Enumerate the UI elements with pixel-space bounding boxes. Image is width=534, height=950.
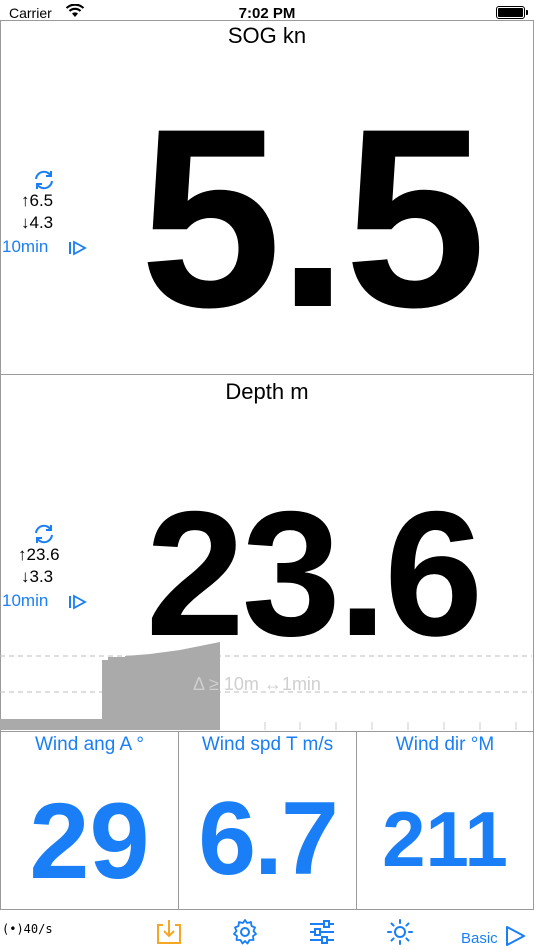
- refresh-icon[interactable]: [31, 167, 57, 193]
- depth-max: ↑23.6: [18, 545, 60, 564]
- depth-history-area: [0, 642, 220, 730]
- sog-title: SOG kn: [227, 23, 307, 48]
- brightness-icon[interactable]: [386, 918, 414, 946]
- wind-angle-panel[interactable]: Wind ang A ° 29: [0, 731, 179, 910]
- mode-label[interactable]: Basic: [461, 930, 498, 947]
- sliders-icon[interactable]: [308, 918, 336, 946]
- depth-title: Depth m: [225, 379, 309, 404]
- import-icon[interactable]: [155, 918, 183, 946]
- wind-dir-panel[interactable]: Wind dir °M 211: [356, 731, 534, 910]
- sog-value: 5.5: [139, 76, 487, 361]
- wind-speed-value: 6.7: [198, 781, 339, 897]
- sog-min: ↓4.3: [21, 213, 54, 232]
- bottom-toolbar: (•)40/s Basic: [0, 910, 534, 950]
- wind-speed-panel[interactable]: Wind spd T m/s 6.7: [178, 731, 357, 910]
- wind-speed-title: Wind spd T m/s: [201, 734, 334, 755]
- sog-max: ↑6.5: [21, 191, 54, 210]
- depth-interval[interactable]: 10min: [2, 591, 48, 611]
- data-rate-label: (•)40/s: [2, 922, 53, 936]
- status-bar: Carrier 7:02 PM: [0, 0, 534, 22]
- sog-interval[interactable]: 10min: [2, 237, 48, 257]
- depth-min: ↓3.3: [21, 567, 54, 586]
- wind-dir-title: Wind dir °M: [395, 734, 495, 755]
- play-icon[interactable]: [67, 240, 87, 256]
- refresh-icon[interactable]: [31, 521, 57, 547]
- depth-chart-scale-label: Δ ≥ 10m ↔1min: [193, 674, 321, 694]
- chart-ticks: [264, 722, 517, 730]
- sog-panel[interactable]: SOG kn ↑6.5 ↓4.3 10min 5.5: [0, 20, 534, 375]
- battery-icon: [496, 6, 528, 19]
- wind-angle-title: Wind ang A °: [35, 734, 144, 755]
- wind-dir-value: 211: [382, 795, 508, 883]
- gear-icon[interactable]: [231, 918, 259, 946]
- play-icon[interactable]: [67, 594, 87, 610]
- wind-angle-value: 29: [29, 780, 150, 901]
- play-icon[interactable]: [504, 925, 526, 947]
